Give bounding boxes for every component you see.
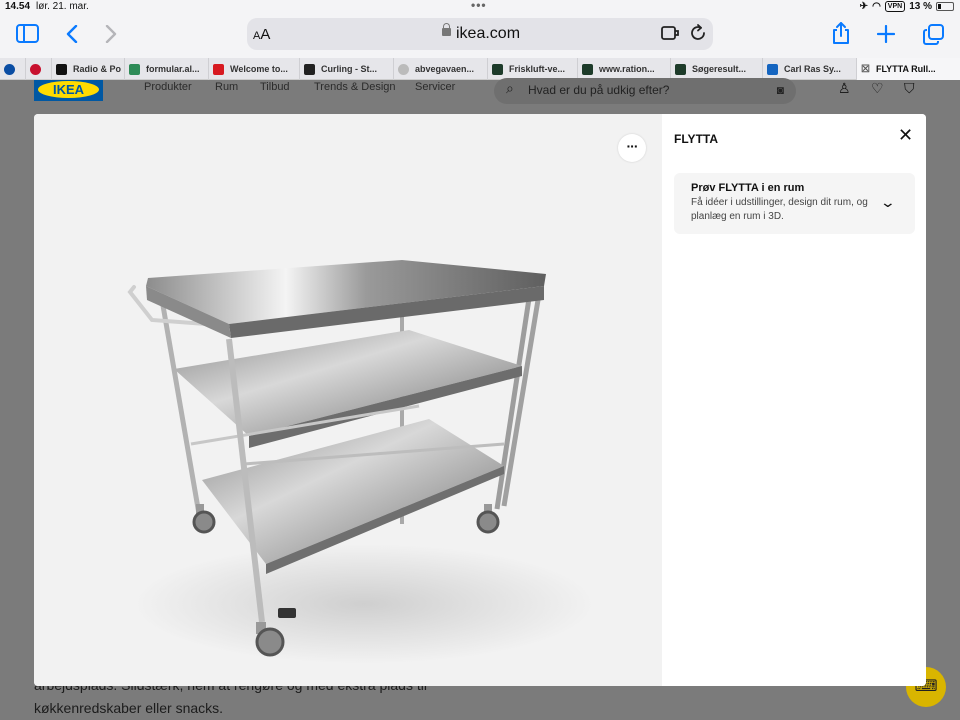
wifi-icon: ◠: [872, 1, 881, 12]
front-leg: [501, 293, 542, 507]
share-icon[interactable]: [831, 21, 851, 45]
tab-item[interactable]: Carl Ras Sy...: [763, 58, 857, 80]
nav-servicer: Servicer: [415, 81, 456, 93]
tab-item[interactable]: abvegavaen...: [394, 58, 488, 80]
multitasking-dots[interactable]: •••: [471, 0, 487, 12]
tab-item-active[interactable]: ☒ FLYTTA Rull...: [857, 58, 960, 80]
reload-icon[interactable]: [689, 23, 707, 43]
tab-item[interactable]: Søgeresult...: [671, 58, 763, 80]
search-icon: ⌕: [506, 80, 514, 96]
battery-percent: 13 %: [909, 1, 932, 12]
close-tab-icon[interactable]: ☒: [861, 64, 870, 75]
nav-tilbud: Tilbud: [260, 81, 290, 93]
favicon-icon: [767, 63, 778, 75]
camera-icon: ◙: [776, 83, 784, 97]
status-date: lør. 21. mar.: [36, 1, 89, 12]
tab-item[interactable]: [0, 58, 26, 80]
favicon-icon: [675, 63, 686, 75]
extension-icon[interactable]: [661, 24, 681, 42]
favicon-icon: [56, 63, 67, 75]
3d-viewer[interactable]: ···: [34, 114, 662, 686]
info-panel: FLYTTA ✕ Prøv FLYTTA i en rum Få idéer i…: [662, 114, 926, 686]
favicon-icon: [4, 63, 15, 75]
floor-shadow: [134, 544, 594, 664]
card-description: Få idéer i udstillinger, design dit rum,…: [691, 197, 868, 222]
more-options-button[interactable]: ···: [618, 134, 646, 162]
tab-item[interactable]: formular.al...: [125, 58, 209, 80]
lock-icon: [442, 23, 451, 36]
favicon-icon: [304, 63, 315, 75]
favicon-icon: [30, 63, 41, 75]
nav-produkter: Produkter: [144, 81, 192, 93]
favicon-icon: [398, 63, 409, 75]
tab-strip: Radio & Po formular.al... Welcome to... …: [0, 58, 960, 80]
panel-title: FLYTTA: [674, 132, 718, 146]
favicon-icon: [129, 63, 140, 75]
favicon-icon: [582, 63, 593, 75]
basket-icon: ⛉: [904, 80, 915, 96]
back-icon[interactable]: [66, 25, 78, 43]
body-text-line: køkkenredskaber eller snacks.: [34, 700, 224, 716]
tab-item[interactable]: Friskluft-ve...: [488, 58, 578, 80]
try-in-room-card[interactable]: Prøv FLYTTA i en rum Få idéer i udstilli…: [674, 173, 915, 234]
tab-item[interactable]: Welcome to...: [209, 58, 300, 80]
favicon-icon: [213, 63, 224, 75]
profile-icon: ♙: [838, 80, 851, 96]
browser-toolbar: AA ikea.com: [0, 14, 960, 58]
url-domain[interactable]: ikea.com: [456, 25, 520, 43]
address-bar[interactable]: AA ikea.com: [247, 18, 713, 50]
search-placeholder: Hvad er du på udkig efter?: [528, 83, 670, 97]
back-leg: [494, 291, 533, 510]
status-time: 14.54: [5, 1, 31, 12]
caster-wheel: [192, 504, 216, 534]
battery-icon: [936, 2, 954, 11]
airplane-icon: ✈: [859, 1, 869, 12]
reader-aa-button[interactable]: AA: [253, 26, 270, 43]
close-icon[interactable]: ✕: [898, 125, 913, 146]
background-search-bar: ⌕ Hvad er du på udkig efter? ◙: [494, 78, 796, 104]
front-leg: [158, 293, 202, 515]
new-tab-icon[interactable]: [877, 25, 895, 43]
heart-icon: ♡: [871, 80, 884, 96]
chevron-down-icon[interactable]: ⌄: [880, 194, 896, 211]
status-indicators: ✈ ◠ VPN 13 %: [860, 1, 954, 12]
ikea-logo: IKEA: [34, 80, 103, 101]
vpn-badge: VPN: [884, 1, 906, 12]
tab-item[interactable]: Radio & Po: [52, 58, 125, 80]
sidebar-icon[interactable]: [16, 24, 39, 43]
status-bar: 14.54 lør. 21. mar. ••• ✈ ◠ VPN 13 %: [0, 0, 960, 14]
tab-item[interactable]: [26, 58, 52, 80]
card-title: Prøv FLYTTA i en rum: [691, 182, 805, 194]
tab-item[interactable]: www.ration...: [578, 58, 671, 80]
favicon-icon: [492, 63, 503, 75]
nav-rum: Rum: [215, 81, 239, 93]
tab-item[interactable]: Curling - St...: [300, 58, 394, 80]
product-3d-modal: ··· FLYTTA ✕ Prøv FLYTTA i en rum Få idé…: [34, 114, 926, 686]
forward-icon[interactable]: [105, 25, 117, 43]
nav-trends-design: Trends & Design: [314, 81, 396, 93]
tab-overview-icon[interactable]: [923, 24, 944, 45]
trolley-3d-model[interactable]: [34, 114, 662, 686]
